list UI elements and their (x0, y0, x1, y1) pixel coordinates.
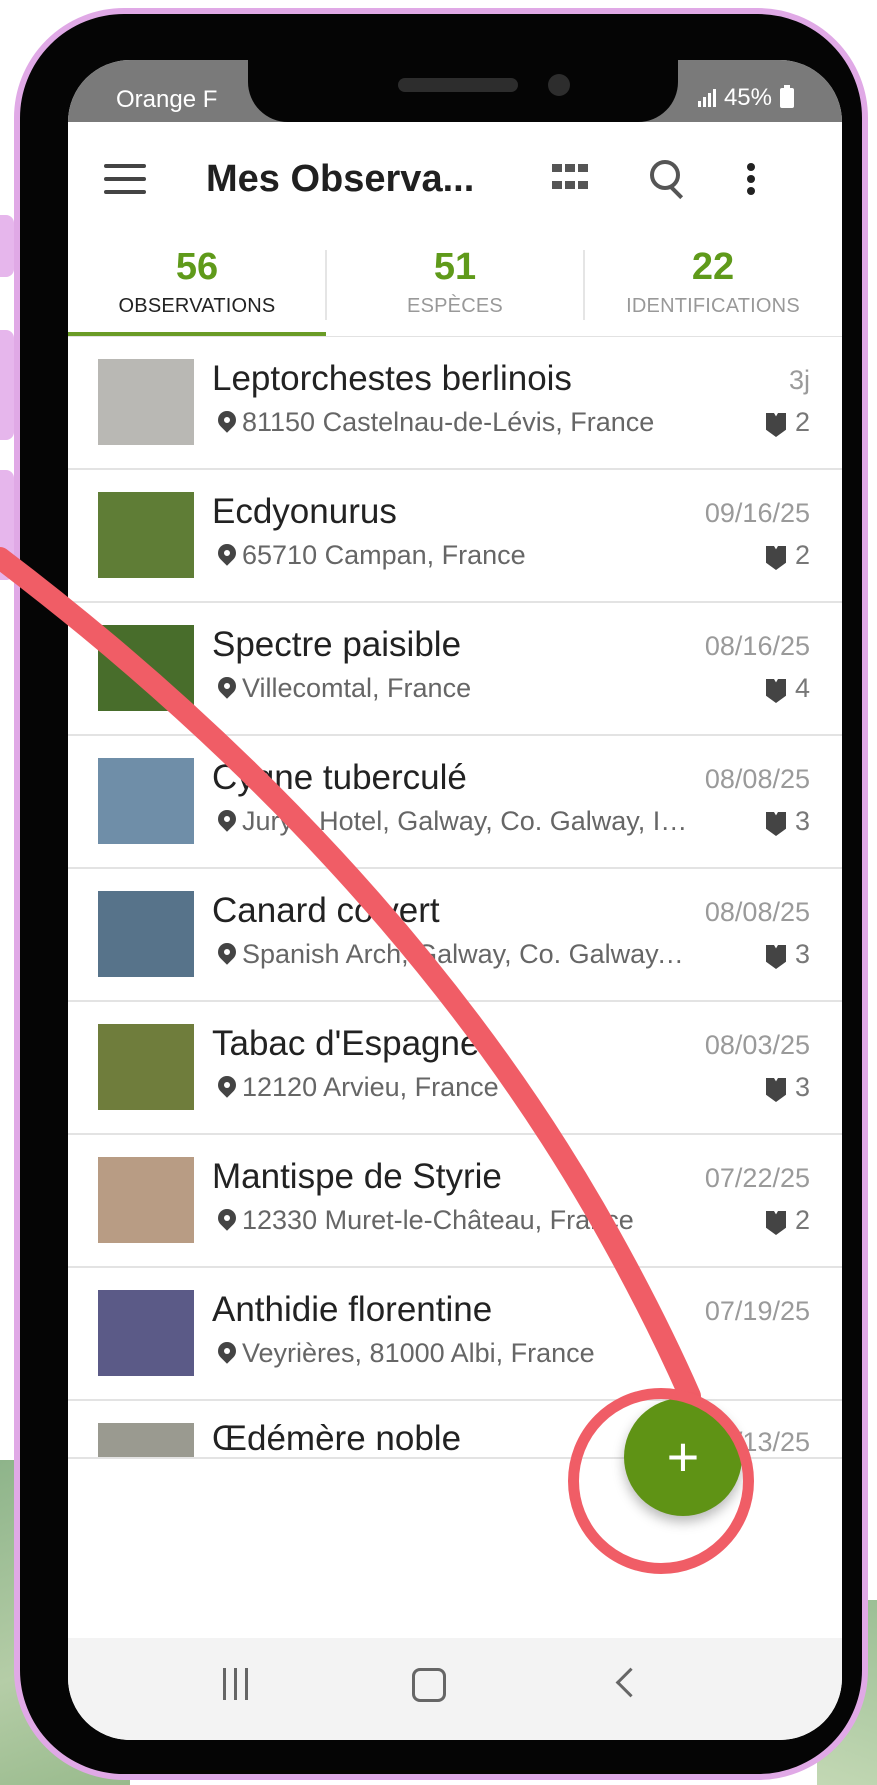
highlight-arrow (0, 547, 701, 1407)
highlight-circle (568, 1388, 754, 1574)
